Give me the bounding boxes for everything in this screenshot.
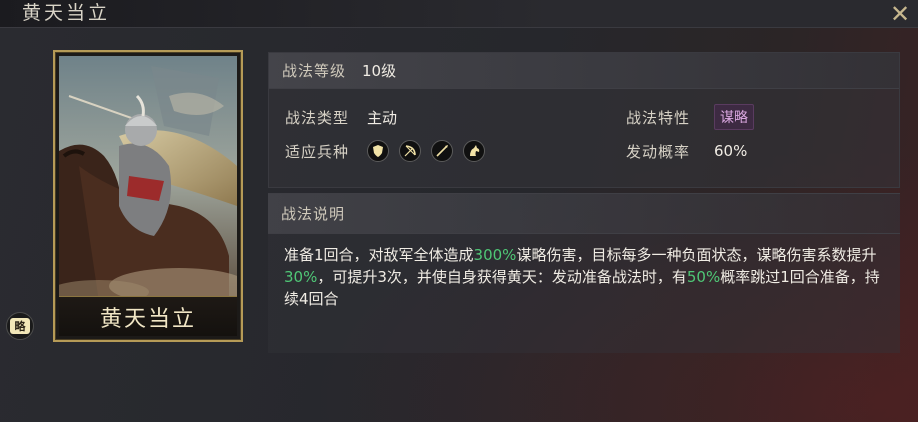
rate-label: 发动概率 (626, 142, 691, 161)
bow-icon (399, 140, 421, 162)
card-artwork (59, 56, 237, 302)
horse-icon (463, 140, 485, 162)
description-segment: ，可提升3次，并使自身获得黄天：发动准备战法时，有 (317, 268, 687, 286)
level-value: 10级 (362, 62, 397, 80)
strategy-type-badge[interactable]: 略 (6, 312, 34, 340)
troop-icons (367, 140, 485, 162)
skill-type-row: 战法类型 主动 (285, 103, 397, 131)
skill-info-panel: 战法等级 10级 战法类型 主动 战法特性 谋略 适应兵种 发动概率 60% (268, 52, 900, 188)
card-name-bar: 黄天当立 (59, 296, 237, 336)
description-highlight-value: 300% (473, 246, 517, 264)
rate-value: 60% (714, 142, 748, 160)
strategy-badge-label: 略 (10, 318, 30, 334)
trait-label: 战法特性 (626, 108, 691, 127)
description-highlight-value: 30% (284, 268, 318, 286)
close-icon[interactable]: ✕ (888, 2, 912, 26)
type-value: 主动 (367, 108, 398, 127)
spear-icon (431, 140, 453, 162)
general-portrait-image (59, 56, 237, 302)
skill-level-row: 战法等级 10级 (269, 53, 899, 89)
page-title: 黄天当立 (22, 2, 111, 24)
description-highlight-value: 50% (686, 268, 721, 286)
trait-tag: 谋略 (714, 104, 754, 130)
skill-description-panel: 战法说明 准备1回合，对敌军全体造成300%谋略伤害，目标每多一种负面状态，谋略… (268, 193, 900, 353)
description-label: 战法说明 (281, 205, 346, 223)
troops-label: 适应兵种 (285, 142, 350, 161)
skill-card: 黄天当立 (53, 50, 243, 342)
trigger-rate-row: 发动概率 60% (626, 137, 747, 165)
header-bar: 黄天当立 ✕ (0, 0, 918, 28)
card-name: 黄天当立 (99, 306, 196, 332)
skill-trait-row: 战法特性 谋略 (626, 103, 754, 131)
description-segment: 准备1回合，对敌军全体造成 (284, 246, 474, 264)
description-text: 准备1回合，对敌军全体造成300%谋略伤害，目标每多一种负面状态，谋略伤害系数提… (284, 244, 892, 310)
description-header: 战法说明 (268, 194, 900, 234)
shield-icon (367, 140, 389, 162)
description-segment: 谋略伤害，目标每多一种负面状态，谋略伤害系数提升 (516, 246, 877, 264)
level-label: 战法等级 (282, 62, 347, 80)
troop-types-row: 适应兵种 (285, 137, 485, 165)
type-label: 战法类型 (285, 108, 350, 127)
